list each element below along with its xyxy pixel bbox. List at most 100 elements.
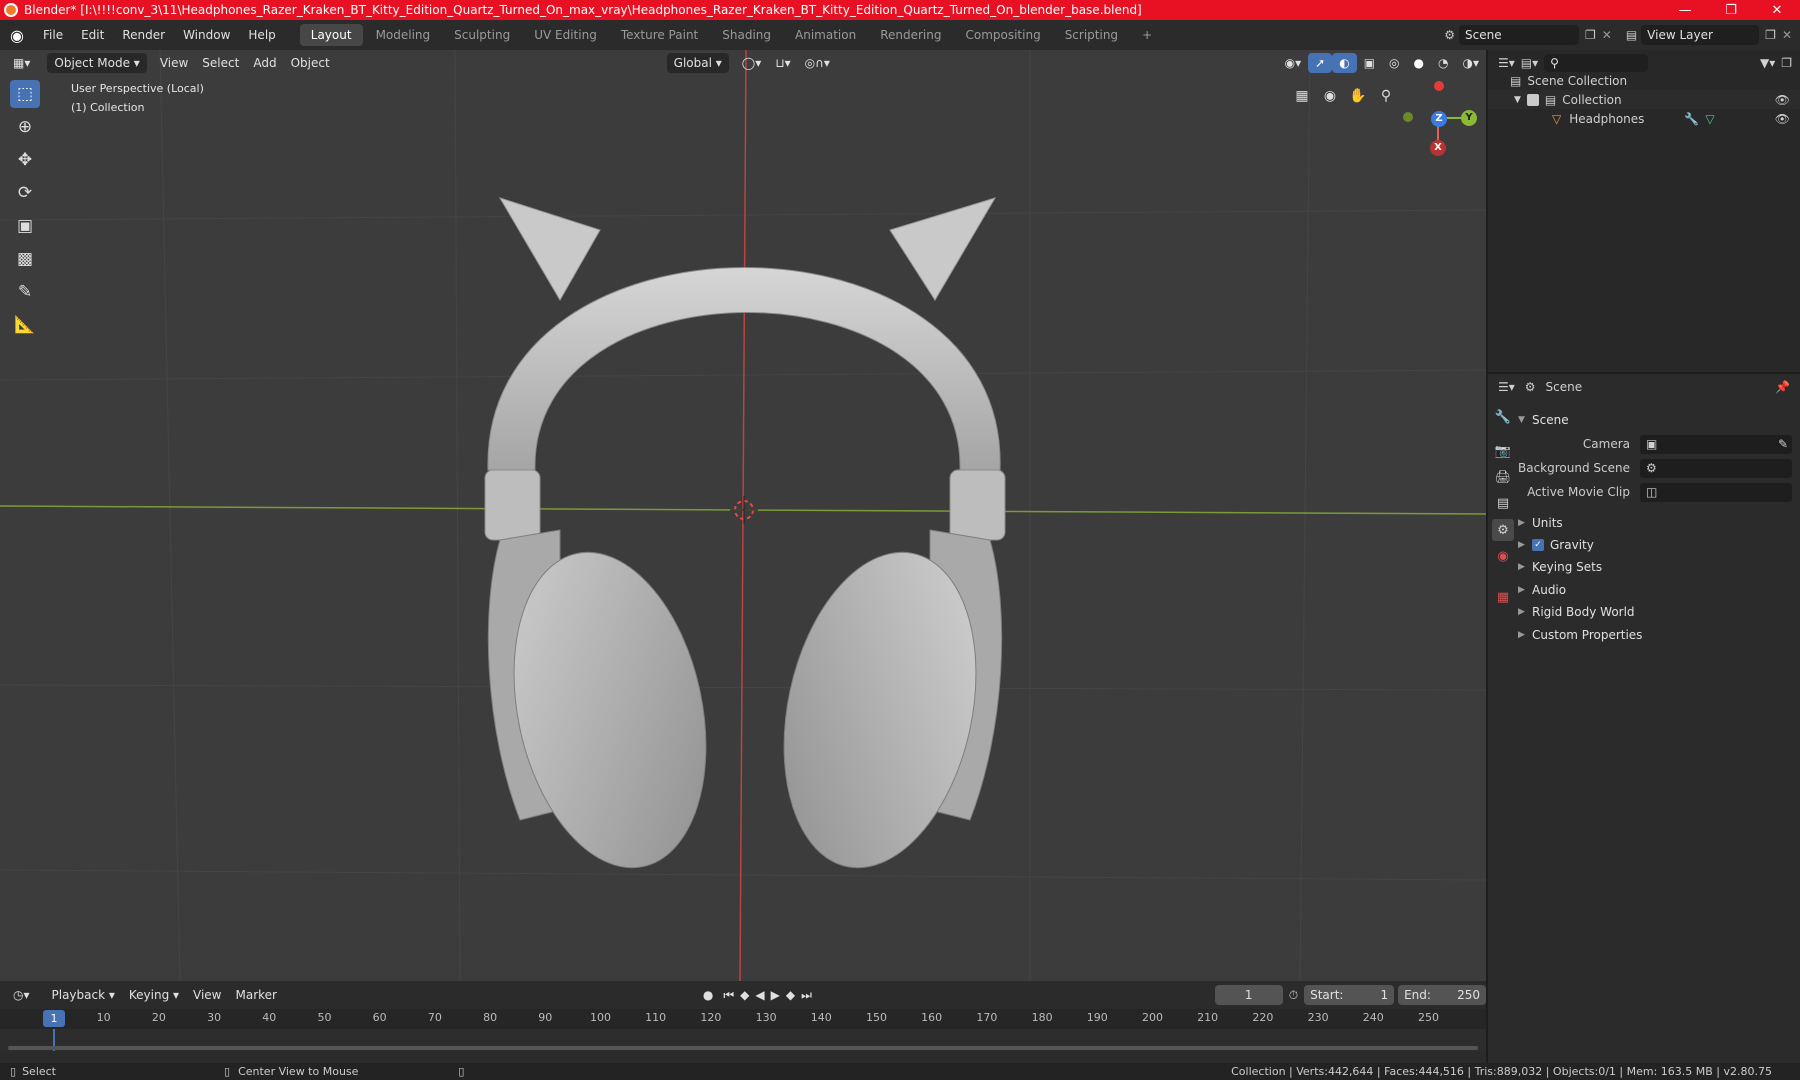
start-frame-field[interactable]: Start: 1: [1304, 985, 1395, 1005]
cursor-tool-icon[interactable]: ⊕: [10, 113, 40, 141]
move-tool-icon[interactable]: ✥: [10, 146, 40, 174]
modifier-wrench-icon[interactable]: 🔧: [1684, 112, 1699, 126]
proportional-edit-icon[interactable]: ◎∩▾: [798, 53, 837, 73]
minimize-icon[interactable]: —: [1662, 0, 1708, 20]
texture-tab-icon[interactable]: ▦: [1492, 586, 1514, 608]
visibility-icon[interactable]: ◉▾: [1278, 53, 1309, 73]
tab-sculpting[interactable]: Sculpting: [443, 24, 521, 46]
delete-scene-icon[interactable]: ✕: [1602, 28, 1612, 42]
collection-checkbox[interactable]: [1526, 93, 1539, 106]
menu-edit[interactable]: Edit: [72, 20, 113, 50]
new-view-layer-icon[interactable]: ❐: [1765, 28, 1776, 42]
3d-viewport[interactable]: [0, 50, 1486, 981]
scale-tool-icon[interactable]: ▣: [10, 212, 40, 240]
view-layer-icon[interactable]: ▤: [1626, 28, 1637, 42]
pan-hand-icon[interactable]: ✋: [1346, 82, 1370, 110]
camera-view-icon[interactable]: ◉: [1318, 82, 1342, 110]
headphones-visibility-eye-icon[interactable]: 👁: [1775, 112, 1790, 126]
custom-properties-section[interactable]: ▶ Custom Properties: [1518, 624, 1800, 646]
delete-view-layer-icon[interactable]: ✕: [1782, 28, 1792, 42]
scene-section-header[interactable]: ▼ Scene: [1518, 409, 1800, 431]
menu-playback[interactable]: Playback ▾: [45, 985, 122, 1005]
tab-texture-paint[interactable]: Texture Paint: [610, 24, 709, 46]
tab-compositing[interactable]: Compositing: [954, 24, 1051, 46]
menu-help[interactable]: Help: [239, 20, 284, 50]
outliner-editor-type-icon[interactable]: ☰▾: [1498, 56, 1515, 70]
editor-type-icon[interactable]: ▦▾: [6, 53, 37, 73]
stopwatch-icon[interactable]: ⏱: [1289, 988, 1298, 1003]
new-collection-icon[interactable]: ❐: [1781, 56, 1792, 70]
new-scene-icon[interactable]: ❐: [1585, 28, 1596, 42]
display-mode-icon[interactable]: ▤▾: [1521, 56, 1538, 70]
tab-shading[interactable]: Shading: [711, 24, 782, 46]
gravity-checkbox[interactable]: ✓: [1532, 539, 1544, 551]
gizmo-x-axis[interactable]: X: [1430, 140, 1446, 156]
tool-tab-icon[interactable]: 🔧: [1492, 406, 1514, 428]
menu-object[interactable]: Object: [284, 53, 337, 73]
scene-icon[interactable]: ⚙: [1444, 28, 1455, 42]
expand-collection-icon[interactable]: ▼: [1514, 95, 1521, 105]
gizmo-toggle-icon[interactable]: ➚: [1308, 53, 1333, 73]
rotate-tool-icon[interactable]: ⟳: [10, 179, 40, 207]
world-tab-icon[interactable]: ◉: [1492, 545, 1514, 567]
play-icon[interactable]: ▶: [768, 985, 783, 1005]
active-movie-clip-field[interactable]: ◫: [1640, 482, 1792, 502]
timeline-ruler[interactable]: 1 10 20 30 40 50 60 70 80 90 100 110 120 130 140 150 16…: [0, 1009, 1486, 1029]
audio-section[interactable]: ▶ Audio: [1518, 579, 1800, 601]
menu-add[interactable]: Add: [246, 53, 283, 73]
outliner-search-input[interactable]: ⚲: [1544, 54, 1649, 72]
timeline-editor-type-icon[interactable]: ◷▾: [6, 985, 37, 1005]
gizmo-y-axis[interactable]: Y: [1461, 110, 1477, 126]
next-keyframe-icon[interactable]: ◆: [783, 985, 798, 1005]
menu-window[interactable]: Window: [174, 20, 239, 50]
rigid-body-world-section[interactable]: ▶ Rigid Body World: [1518, 601, 1800, 623]
menu-timeline-view[interactable]: View: [186, 985, 228, 1005]
toggle-grid-icon[interactable]: ▦: [1290, 82, 1314, 110]
xray-icon[interactable]: ▣: [1357, 53, 1382, 73]
view-layer-selector[interactable]: View Layer: [1641, 25, 1760, 45]
render-tab-icon[interactable]: 📷: [1492, 440, 1514, 462]
camera-field[interactable]: ▣ ✎: [1640, 434, 1792, 454]
menu-keying[interactable]: Keying ▾: [122, 985, 186, 1005]
tab-rendering[interactable]: Rendering: [869, 24, 952, 46]
outliner-row-headphones[interactable]: ▽ Headphones 🔧 ▽ 👁: [1488, 109, 1800, 128]
tab-animation[interactable]: Animation: [784, 24, 867, 46]
menu-marker[interactable]: Marker: [229, 985, 284, 1005]
current-frame-field[interactable]: 1: [1214, 985, 1283, 1005]
tab-scripting[interactable]: Scripting: [1054, 24, 1129, 46]
tab-uv-editing[interactable]: UV Editing: [523, 24, 608, 46]
gravity-section[interactable]: ▶ ✓ Gravity: [1518, 534, 1800, 556]
overlays-icon[interactable]: ◐: [1332, 53, 1357, 73]
material-shading-icon[interactable]: ◔: [1431, 53, 1455, 73]
annotate-tool-icon[interactable]: ✎: [10, 278, 40, 306]
timeline-scrollbar[interactable]: [8, 1046, 1478, 1050]
properties-editor-type-icon[interactable]: ☰▾: [1498, 380, 1515, 394]
gizmo-z-axis[interactable]: Z: [1431, 111, 1447, 127]
prev-keyframe-icon[interactable]: ◆: [737, 985, 752, 1005]
close-icon[interactable]: ✕: [1754, 0, 1800, 20]
snap-icon[interactable]: ⊔▾: [768, 53, 797, 73]
output-tab-icon[interactable]: 🖨: [1492, 466, 1514, 488]
view-layer-tab-icon[interactable]: ▤: [1492, 492, 1514, 514]
maximize-icon[interactable]: ❐: [1708, 0, 1754, 20]
outliner-row-scene-collection[interactable]: ▤ Scene Collection: [1488, 71, 1800, 90]
end-frame-field[interactable]: End: 250: [1398, 985, 1487, 1005]
tab-modeling[interactable]: Modeling: [365, 24, 442, 46]
scene-tab-icon[interactable]: ⚙: [1492, 519, 1514, 541]
mesh-data-icon[interactable]: ▽: [1705, 112, 1714, 126]
pin-icon[interactable]: 📌: [1775, 380, 1790, 394]
transform-orientation-dropdown[interactable]: Global ▾: [666, 53, 729, 73]
record-icon[interactable]: ●: [696, 985, 720, 1005]
transform-tool-icon[interactable]: ▩: [10, 245, 40, 273]
measure-tool-icon[interactable]: 📐: [10, 311, 40, 339]
play-reverse-icon[interactable]: ◀: [752, 985, 767, 1005]
blender-menu-icon[interactable]: ◉: [0, 26, 34, 45]
units-section[interactable]: ▶ Units: [1518, 512, 1800, 534]
filter-icon[interactable]: ▼▾: [1760, 56, 1775, 70]
rendered-shading-icon[interactable]: ◑▾: [1456, 53, 1487, 73]
playhead[interactable]: 1: [43, 1010, 65, 1027]
background-scene-field[interactable]: ⚙: [1640, 458, 1792, 478]
menu-render[interactable]: Render: [113, 20, 174, 50]
solid-shading-icon[interactable]: ●: [1407, 53, 1431, 73]
select-box-tool-icon[interactable]: ⬚: [10, 80, 40, 108]
